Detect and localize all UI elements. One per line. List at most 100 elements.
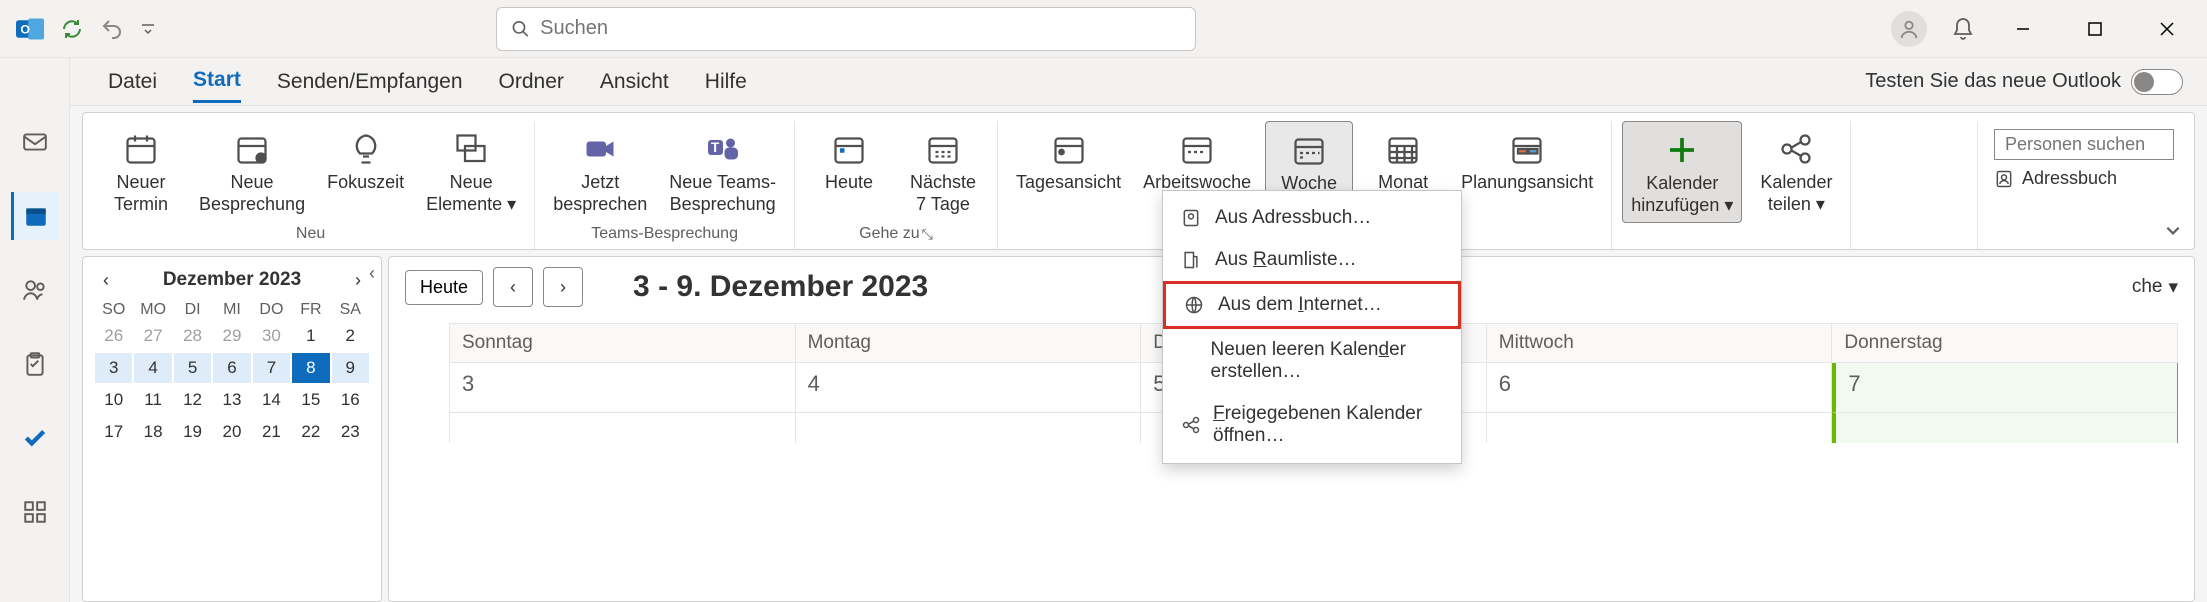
goto-today-button[interactable]: Heute xyxy=(405,270,483,305)
mini-calendar-day[interactable]: 1 xyxy=(292,321,329,351)
day-number-cell[interactable]: 3 xyxy=(450,363,796,413)
mini-calendar-day[interactable]: 7 xyxy=(253,353,290,383)
minimize-button[interactable] xyxy=(1999,9,2047,49)
dow-header: DI xyxy=(174,301,211,319)
meet-now-button[interactable]: Jetzt besprechen xyxy=(545,121,655,221)
try-new-outlook[interactable]: Testen Sie das neue Outlook xyxy=(1865,69,2183,95)
search-people-input[interactable] xyxy=(1994,129,2174,160)
mini-calendar-day[interactable]: 30 xyxy=(253,321,290,351)
nav-people[interactable] xyxy=(11,266,59,314)
day-view-button[interactable]: Tagesansicht xyxy=(1008,121,1129,201)
mini-calendar-day[interactable]: 26 xyxy=(95,321,132,351)
mini-calendar-day[interactable]: 22 xyxy=(292,417,329,447)
undo-icon[interactable] xyxy=(100,17,124,41)
close-button[interactable] xyxy=(2143,9,2191,49)
tab-home[interactable]: Start xyxy=(193,60,241,103)
share-calendar-button[interactable]: Kalender teilen ▾ xyxy=(1752,121,1840,223)
sync-icon[interactable] xyxy=(60,17,84,41)
day-number-cell[interactable]: 6 xyxy=(1487,363,1833,413)
mini-calendar-day[interactable]: 17 xyxy=(95,417,132,447)
focus-time-button[interactable]: Fokuszeit xyxy=(319,121,412,221)
mini-calendar-day[interactable]: 20 xyxy=(213,417,250,447)
day-number-cell[interactable]: 7 xyxy=(1832,363,2178,413)
menu-from-internet[interactable]: Aus dem Internet… xyxy=(1163,281,1461,329)
mini-calendar-day[interactable]: 10 xyxy=(95,385,132,415)
quick-access-dropdown-icon[interactable] xyxy=(140,21,156,37)
bell-icon[interactable] xyxy=(1951,17,1975,41)
work-week-button[interactable]: Arbeitswoche xyxy=(1135,121,1259,201)
schedule-view-button[interactable]: Planungsansicht xyxy=(1453,121,1601,201)
new-appointment-button[interactable]: Neuer Termin xyxy=(97,121,185,221)
search-input[interactable] xyxy=(540,17,1181,40)
today-button[interactable]: Heute xyxy=(805,121,893,221)
new-meeting-button[interactable]: Neue Besprechung xyxy=(191,121,313,221)
menu-open-shared-calendar[interactable]: Freigegebenen Kalender öffnen… xyxy=(1163,393,1461,457)
calendar-cell[interactable] xyxy=(796,413,1142,443)
tab-view[interactable]: Ansicht xyxy=(600,62,669,102)
tab-help[interactable]: Hilfe xyxy=(705,62,747,102)
try-new-outlook-label: Testen Sie das neue Outlook xyxy=(1865,70,2121,93)
tab-file[interactable]: Datei xyxy=(108,62,157,102)
prev-month-button[interactable]: ‹ xyxy=(103,270,109,291)
next-week-button[interactable]: › xyxy=(543,267,583,307)
mini-calendar-day[interactable]: 8 xyxy=(292,353,329,383)
mini-calendar-day[interactable]: 23 xyxy=(332,417,369,447)
nav-mail[interactable] xyxy=(11,118,59,166)
toggle-switch[interactable] xyxy=(2131,69,2183,95)
nav-todo[interactable] xyxy=(11,414,59,462)
mini-calendar-day[interactable]: 27 xyxy=(134,321,171,351)
mini-calendar-day[interactable]: 6 xyxy=(213,353,250,383)
svg-text:O: O xyxy=(20,22,30,36)
calendar-cell[interactable] xyxy=(1487,413,1833,443)
mini-calendar-day[interactable]: 13 xyxy=(213,385,250,415)
mini-calendar-day[interactable]: 3 xyxy=(95,353,132,383)
maximize-button[interactable] xyxy=(2071,9,2119,49)
dow-header: SO xyxy=(95,301,132,319)
menu-new-blank-calendar[interactable]: Neuen leeren Kalender erstellen… xyxy=(1163,329,1461,393)
user-avatar[interactable] xyxy=(1891,11,1927,47)
new-teams-meeting-button[interactable]: T Neue Teams- Besprechung xyxy=(661,121,784,221)
dow-header: SA xyxy=(332,301,369,319)
week-view-button[interactable]: Woche xyxy=(1265,121,1353,201)
nav-tasks[interactable] xyxy=(11,340,59,388)
tab-send-receive[interactable]: Senden/Empfangen xyxy=(277,62,463,102)
globe-icon xyxy=(1184,295,1206,315)
title-bar: O xyxy=(0,0,2207,58)
dialog-launcher-icon[interactable]: ⤡ xyxy=(922,226,933,243)
mini-calendar-day[interactable]: 21 xyxy=(253,417,290,447)
next-month-button[interactable]: › xyxy=(355,270,361,291)
mini-calendar-day[interactable]: 11 xyxy=(134,385,171,415)
collapse-ribbon-icon[interactable] xyxy=(2164,221,2182,239)
mini-calendar-day[interactable]: 19 xyxy=(174,417,211,447)
tab-folder[interactable]: Ordner xyxy=(499,62,564,102)
mini-calendar-day[interactable]: 15 xyxy=(292,385,329,415)
menu-from-addressbook[interactable]: Aus Adressbuch… xyxy=(1163,197,1461,239)
mini-calendar-day[interactable]: 4 xyxy=(134,353,171,383)
collapse-panel-icon[interactable]: ‹ xyxy=(369,263,375,284)
next-7-days-button[interactable]: Nächste 7 Tage xyxy=(899,121,987,221)
mini-calendar-day[interactable]: 12 xyxy=(174,385,211,415)
mini-calendar-day[interactable]: 28 xyxy=(174,321,211,351)
day-number-cell[interactable]: 4 xyxy=(796,363,1142,413)
mini-calendar-day[interactable]: 16 xyxy=(332,385,369,415)
nav-more-apps[interactable] xyxy=(11,488,59,536)
mini-calendar-day[interactable]: 29 xyxy=(213,321,250,351)
chevron-down-icon: ▾ xyxy=(2168,276,2178,299)
calendar-cell[interactable] xyxy=(450,413,796,443)
search-box[interactable] xyxy=(496,7,1196,51)
add-calendar-button[interactable]: Kalender hinzufügen ▾ xyxy=(1622,121,1742,223)
nav-calendar[interactable] xyxy=(11,192,59,240)
month-view-button[interactable]: Monat xyxy=(1359,121,1447,201)
prev-week-button[interactable]: ‹ xyxy=(493,267,533,307)
new-items-button[interactable]: Neue Elemente ▾ xyxy=(418,121,524,221)
view-mode-dropdown[interactable]: che ▾ xyxy=(2132,276,2178,299)
address-book-button[interactable]: Adressbuch xyxy=(1994,168,2174,189)
menu-from-roomlist[interactable]: Aus Raumliste… xyxy=(1163,239,1461,281)
calendar-cell[interactable] xyxy=(1832,413,2178,443)
mini-calendar-day[interactable]: 2 xyxy=(332,321,369,351)
mini-calendar-day[interactable]: 18 xyxy=(134,417,171,447)
mini-calendar-day[interactable]: 5 xyxy=(174,353,211,383)
mini-calendar-day[interactable]: 9 xyxy=(332,353,369,383)
mini-calendar-day[interactable]: 14 xyxy=(253,385,290,415)
menu-label: Aus dem Internet… xyxy=(1218,294,1382,316)
